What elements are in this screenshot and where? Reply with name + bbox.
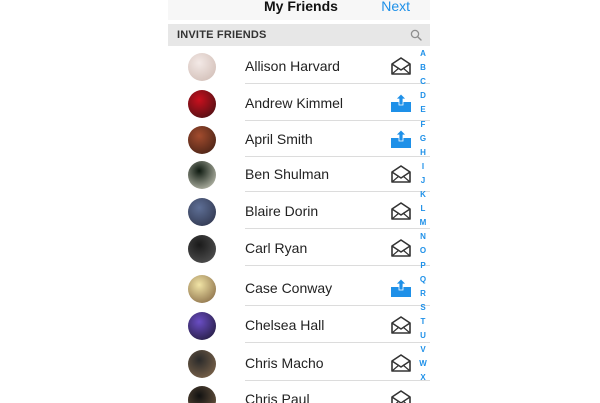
contact-row[interactable]: Chris Macho: [168, 345, 430, 381]
contact-name: Case Conway: [245, 280, 333, 296]
index-letter[interactable]: E: [418, 106, 428, 114]
index-letter[interactable]: W: [418, 360, 428, 368]
contact-row[interactable]: Andrew Kimmel: [168, 85, 430, 121]
avatar: [188, 126, 216, 154]
phone-screen: My Friends Next INVITE FRIENDS Allison H…: [168, 0, 430, 403]
contact-row[interactable]: Carl Ryan: [168, 230, 430, 266]
index-letter[interactable]: V: [418, 346, 428, 354]
contact-name: Chelsea Hall: [245, 317, 325, 333]
avatar: [188, 90, 216, 118]
contact-row[interactable]: Blaire Dorin: [168, 193, 430, 229]
index-letter[interactable]: N: [418, 233, 428, 241]
invite-envelope-icon[interactable]: [390, 56, 412, 76]
invite-envelope-icon[interactable]: [390, 389, 412, 403]
index-letter[interactable]: B: [418, 64, 428, 72]
section-label: INVITE FRIENDS: [177, 29, 267, 41]
row-divider: [245, 305, 430, 306]
next-button[interactable]: Next: [381, 0, 410, 14]
index-letter[interactable]: Q: [418, 275, 428, 284]
index-letter[interactable]: A: [418, 50, 428, 58]
share-upload-icon[interactable]: [390, 129, 412, 149]
section-header: INVITE FRIENDS: [168, 24, 430, 46]
contact-row[interactable]: Chelsea Hall: [168, 307, 430, 343]
invite-envelope-icon[interactable]: [390, 201, 412, 221]
row-divider: [245, 342, 430, 343]
row-divider: [245, 191, 430, 192]
contact-name: Andrew Kimmel: [245, 95, 344, 111]
page-title: My Friends: [264, 0, 338, 14]
index-letter[interactable]: K: [418, 191, 428, 199]
avatar: [188, 312, 216, 340]
index-letter[interactable]: U: [418, 332, 428, 340]
index-letter[interactable]: J: [418, 176, 428, 185]
index-letter[interactable]: P: [418, 261, 428, 270]
search-icon[interactable]: [410, 29, 422, 41]
contact-name: Carl Ryan: [245, 240, 308, 256]
index-letter[interactable]: I: [418, 162, 428, 171]
invite-envelope-icon[interactable]: [390, 353, 412, 373]
nav-bar: My Friends Next: [168, 0, 430, 20]
share-upload-icon[interactable]: [390, 93, 412, 113]
share-upload-icon[interactable]: [390, 278, 412, 298]
contact-name: Ben Shulman: [245, 166, 330, 182]
row-divider: [245, 228, 430, 229]
contact-row[interactable]: Allison Harvard: [168, 48, 430, 84]
row-divider: [245, 83, 430, 84]
contact-name: Chris Paul: [245, 391, 310, 403]
avatar: [188, 198, 216, 226]
index-letter[interactable]: L: [418, 205, 428, 213]
contact-row[interactable]: Chris Paul: [168, 381, 430, 403]
invite-envelope-icon[interactable]: [390, 164, 412, 184]
avatar: [188, 161, 216, 189]
index-letter[interactable]: M: [418, 219, 428, 227]
index-letter[interactable]: X: [418, 374, 428, 382]
index-letter[interactable]: T: [418, 317, 428, 326]
index-letter[interactable]: G: [418, 134, 428, 143]
contact-row[interactable]: Case Conway: [168, 270, 430, 306]
contact-name: April Smith: [245, 131, 313, 147]
contact-name: Allison Harvard: [245, 58, 340, 74]
contact-name: Blaire Dorin: [245, 203, 319, 219]
avatar: [188, 350, 216, 378]
index-letter[interactable]: S: [418, 303, 428, 312]
row-divider: [245, 265, 430, 266]
contact-row[interactable]: Ben Shulman: [168, 156, 430, 192]
invite-envelope-icon[interactable]: [390, 238, 412, 258]
index-letter[interactable]: R: [418, 289, 428, 298]
avatar: [188, 275, 216, 303]
index-letter[interactable]: C: [418, 78, 428, 86]
avatar: [188, 386, 216, 403]
avatar: [188, 53, 216, 81]
contact-name: Chris Macho: [245, 355, 324, 371]
index-letter[interactable]: D: [418, 92, 428, 100]
index-letter[interactable]: H: [418, 148, 428, 157]
contact-row[interactable]: April Smith: [168, 121, 430, 157]
avatar: [188, 235, 216, 263]
invite-envelope-icon[interactable]: [390, 315, 412, 335]
index-letter[interactable]: F: [418, 120, 428, 129]
index-letter[interactable]: O: [418, 247, 428, 255]
